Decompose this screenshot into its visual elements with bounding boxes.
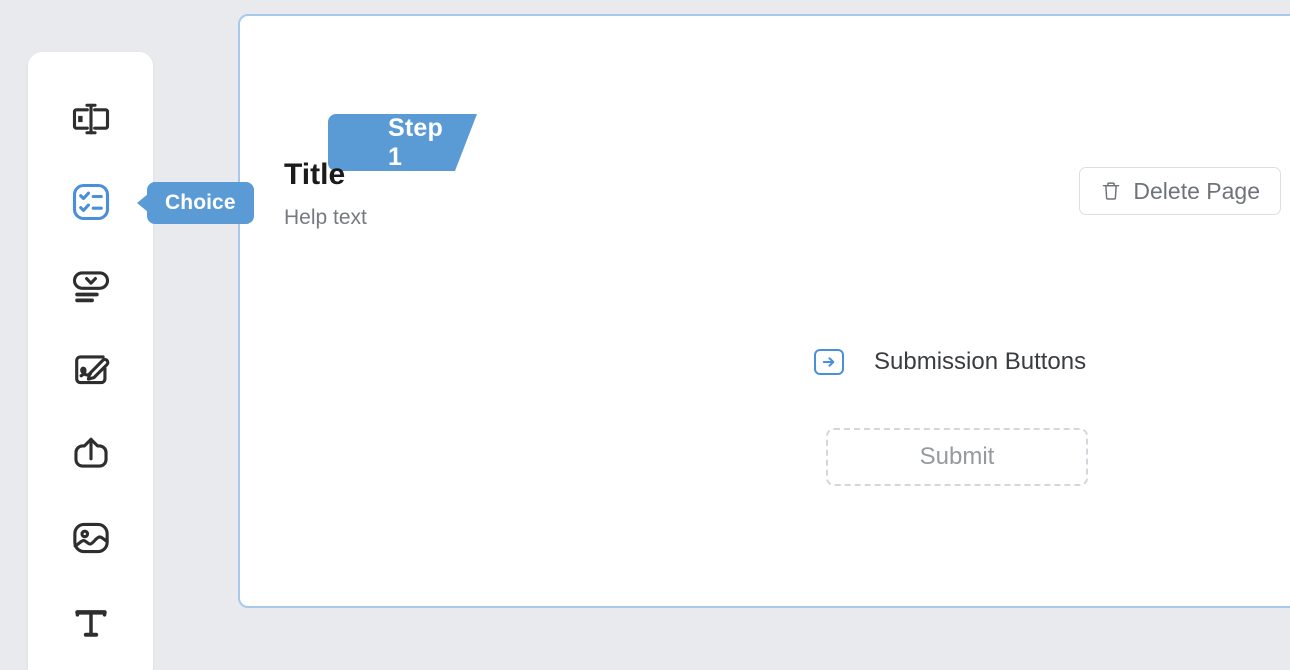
sidebar-item-image[interactable] <box>28 507 153 569</box>
page-canvas-card[interactable]: Step 1 Title Help text Delete Page Submi… <box>238 14 1290 608</box>
form-builder-screen: Choice Step 1 Title Help text Delete Pag… <box>0 0 1290 670</box>
delete-page-button[interactable]: Delete Page <box>1079 167 1281 215</box>
sidebar-item-text-block[interactable] <box>28 592 153 654</box>
sidebar-item-dropdown[interactable] <box>28 256 153 318</box>
sidebar-item-choice[interactable] <box>28 171 153 233</box>
submission-buttons-section[interactable]: Submission Buttons <box>814 348 1086 376</box>
sidebar-item-file-upload[interactable] <box>28 423 153 485</box>
sidebar-item-short-text[interactable] <box>28 88 153 150</box>
sidebar-item-signature[interactable] <box>28 340 153 402</box>
text-input-icon <box>69 97 113 141</box>
submit-button-placeholder[interactable]: Submit <box>826 428 1088 486</box>
choice-icon <box>69 180 113 224</box>
page-help-text[interactable]: Help text <box>284 205 367 230</box>
page-title[interactable]: Title <box>284 157 367 193</box>
tooltip-label: Choice <box>147 182 254 224</box>
submission-buttons-label: Submission Buttons <box>874 348 1087 375</box>
page-heading-block: Title Help text <box>284 157 367 230</box>
submit-arrow-icon <box>814 349 844 375</box>
upload-icon <box>69 432 113 476</box>
text-block-icon <box>69 601 113 645</box>
dropdown-icon <box>69 265 113 309</box>
trash-icon <box>1100 180 1122 202</box>
image-icon <box>69 516 113 560</box>
sidebar-tooltip: Choice <box>137 182 254 224</box>
field-type-sidebar <box>28 52 153 670</box>
delete-page-label: Delete Page <box>1133 177 1260 204</box>
signature-icon <box>69 349 113 393</box>
submit-button-label: Submit <box>919 443 995 470</box>
